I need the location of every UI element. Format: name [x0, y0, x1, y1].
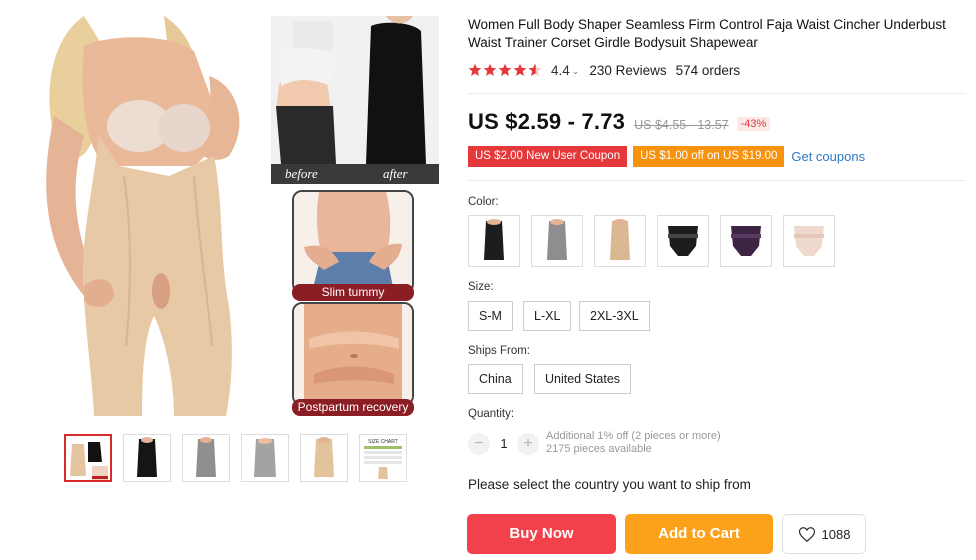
- rating-value[interactable]: 4.4: [551, 63, 570, 78]
- color-swatch-beige-brief[interactable]: [783, 215, 835, 267]
- before-after-image: before after: [271, 16, 439, 184]
- ships-from-china[interactable]: China: [468, 364, 523, 394]
- thumbnail-grey-alt-icon: [242, 435, 288, 481]
- thumbnail-strip: SIZE CHART: [64, 434, 414, 484]
- wishlist-button[interactable]: 1088: [782, 514, 866, 554]
- before-after-illustration: [271, 16, 439, 164]
- divider: [468, 93, 966, 94]
- buy-now-button[interactable]: Buy Now: [467, 514, 616, 554]
- size-chart-thumb-text: SIZE CHART: [368, 439, 398, 445]
- color-swatch-black-brief[interactable]: [657, 215, 709, 267]
- store-coupon[interactable]: US $1.00 off on US $19.00: [633, 146, 785, 167]
- thumbnail-nude-black-icon: [66, 436, 110, 480]
- color-swatch-grey-bodysuit[interactable]: [531, 215, 583, 267]
- new-user-coupon[interactable]: US $2.00 New User Coupon: [468, 146, 628, 167]
- ships-from-label: Ships From:: [468, 345, 530, 357]
- beige-brief-icon: [794, 226, 824, 256]
- color-label: Color:: [468, 196, 499, 208]
- orders-count: 574 orders: [675, 62, 741, 78]
- get-coupons-link[interactable]: Get coupons: [791, 149, 865, 164]
- star-icon: [468, 63, 482, 76]
- price: US $2.59 - 7.73: [468, 109, 626, 134]
- star-icon: [483, 63, 497, 76]
- slim-tummy-card: [292, 190, 414, 294]
- color-swatch-black-bodysuit[interactable]: [468, 215, 520, 267]
- color-swatches: [468, 215, 848, 267]
- size-option-s-m[interactable]: S-M: [468, 301, 513, 331]
- wishlist-count: 1088: [821, 526, 851, 542]
- black-brief-icon: [668, 226, 698, 256]
- size-option-2xl-3xl[interactable]: 2XL-3XL: [579, 301, 650, 331]
- shapewear-model-illustration: [14, 16, 269, 422]
- quantity-decrease-button[interactable]: −: [468, 433, 490, 455]
- size-chart-thumbnail-icon: SIZE CHART: [360, 435, 406, 481]
- heart-icon: [798, 526, 815, 542]
- star-icon: [513, 63, 527, 76]
- before-label: before: [285, 166, 318, 181]
- divider: [468, 180, 966, 181]
- coupon-row: US $2.00 New User Coupon US $1.00 off on…: [468, 146, 865, 167]
- thumbnail-2[interactable]: [123, 434, 171, 482]
- postpartum-card: [292, 302, 414, 406]
- discount-badge: -43%: [736, 117, 771, 131]
- black-bodysuit-icon: [484, 219, 504, 260]
- thumbnail-1[interactable]: [64, 434, 112, 482]
- rating-row: 4.4 ⌄ 230 Reviews 574 orders: [468, 61, 740, 79]
- chevron-down-icon[interactable]: ⌄: [572, 66, 580, 77]
- thumbnail-grey-icon: [183, 435, 229, 481]
- main-product-image[interactable]: [14, 16, 269, 422]
- add-to-cart-button[interactable]: Add to Cart: [625, 514, 773, 554]
- slim-tummy-illustration: [294, 192, 412, 292]
- original-price: US $4.55 - 13.57: [634, 118, 729, 132]
- thumbnail-4[interactable]: [241, 434, 289, 482]
- before-after-caption: before after: [271, 164, 439, 184]
- quantity-value[interactable]: 1: [498, 436, 510, 451]
- postpartum-label: Postpartum recovery: [292, 399, 414, 416]
- star-icon: [498, 63, 512, 76]
- thumbnail-3[interactable]: [182, 434, 230, 482]
- thumbnail-size-chart[interactable]: SIZE CHART: [359, 434, 407, 482]
- product-title: Women Full Body Shaper Seamless Firm Con…: [468, 17, 946, 50]
- price-row: US $2.59 - 7.73 US $4.55 - 13.57 -43%: [468, 109, 771, 137]
- color-swatch-purple-brief[interactable]: [720, 215, 772, 267]
- rating-stars[interactable]: [468, 63, 543, 77]
- ships-from-united-states[interactable]: United States: [534, 364, 632, 394]
- after-label: after: [383, 166, 408, 181]
- postpartum-illustration: [294, 304, 412, 404]
- size-option-l-xl[interactable]: L-XL: [523, 301, 572, 331]
- thumbnail-5[interactable]: [300, 434, 348, 482]
- pieces-available: 2175 pieces available: [546, 443, 652, 455]
- size-label: Size:: [468, 281, 494, 293]
- purple-brief-icon: [731, 226, 761, 256]
- ship-from-message: Please select the country you want to sh…: [468, 477, 751, 492]
- star-half-icon: [528, 63, 542, 76]
- reviews-link[interactable]: 230 Reviews: [589, 63, 666, 78]
- thumbnail-black-icon: [124, 435, 170, 481]
- nude-bodysuit-icon: [610, 219, 630, 260]
- quantity-increase-button[interactable]: +: [517, 433, 539, 455]
- quantity-label: Quantity:: [468, 408, 515, 420]
- slim-tummy-label: Slim tummy: [292, 284, 414, 301]
- thumbnail-nude-icon: [301, 435, 347, 481]
- bulk-discount-note: Additional 1% off (2 pieces or more): [546, 430, 721, 442]
- grey-bodysuit-icon: [547, 219, 567, 260]
- feature-images-panel: before after Slim tummy Postpartum recov…: [271, 16, 439, 422]
- color-swatch-nude-bodysuit[interactable]: [594, 215, 646, 267]
- quantity-info: Additional 1% off (2 pieces or more) 217…: [546, 430, 721, 456]
